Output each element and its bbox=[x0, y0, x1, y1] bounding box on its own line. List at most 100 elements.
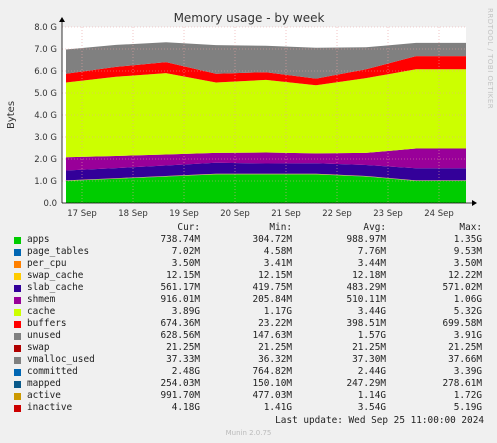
legend-max-value: 3.50M bbox=[453, 258, 482, 269]
legend-swatch bbox=[14, 309, 21, 316]
legend-swatch bbox=[14, 285, 21, 292]
legend-max-value: 1.35G bbox=[453, 234, 482, 245]
legend-series-name: swap_cache bbox=[27, 270, 84, 281]
x-tick-label: 19 Sep bbox=[169, 209, 199, 219]
last-update: Last update: Wed Sep 25 11:00:00 2024 bbox=[275, 415, 484, 426]
y-tick-label: 7.0 G bbox=[34, 45, 57, 55]
legend-header-min: Min: bbox=[269, 222, 292, 233]
legend-min-value: 3.41M bbox=[263, 258, 292, 269]
legend-row-mapped: mapped 254.03M 150.10M 247.29M 278.61M bbox=[12, 378, 482, 390]
legend-header-cur: Cur: bbox=[177, 222, 200, 233]
legend-avg-value: 483.29M bbox=[346, 282, 386, 293]
legend-avg-value: 21.25M bbox=[352, 342, 386, 353]
legend-cur-value: 21.25M bbox=[166, 342, 200, 353]
legend-min-value: 1.17G bbox=[263, 306, 292, 317]
legend-swatch bbox=[14, 381, 21, 388]
legend-avg-value: 3.44G bbox=[357, 306, 386, 317]
legend-cur-value: 2.48G bbox=[171, 366, 200, 377]
legend-row-slab-cache: slab_cache 561.17M 419.75M 483.29M 571.02M bbox=[12, 282, 482, 294]
legend-cur-value: 628.56M bbox=[160, 330, 200, 341]
legend-min-value: 150.10M bbox=[252, 378, 292, 389]
legend-max-value: 9.53M bbox=[453, 246, 482, 257]
legend-avg-value: 2.44G bbox=[357, 366, 386, 377]
legend-cur-value: 561.17M bbox=[160, 282, 200, 293]
legend-row-swap: swap 21.25M 21.25M 21.25M 21.25M bbox=[12, 342, 482, 354]
legend-min-value: 12.15M bbox=[258, 270, 292, 281]
legend-row-apps: apps 738.74M 304.72M 988.97M 1.35G bbox=[12, 234, 482, 246]
y-tick-label: 8.0 G bbox=[34, 23, 57, 33]
legend-swatch bbox=[14, 249, 21, 256]
area-cache bbox=[66, 69, 466, 158]
legend-cur-value: 254.03M bbox=[160, 378, 200, 389]
legend-row-swap-cache: swap_cache 12.15M 12.15M 12.18M 12.22M bbox=[12, 270, 482, 282]
legend-max-value: 699.58M bbox=[442, 318, 482, 329]
x-tick-label: 22 Sep bbox=[322, 209, 352, 219]
legend-cur-value: 991.70M bbox=[160, 390, 200, 401]
legend-series-name: vmalloc_used bbox=[27, 354, 95, 365]
legend-min-value: 477.03M bbox=[252, 390, 292, 401]
y-axis-label: Bytes bbox=[6, 101, 17, 129]
legend-avg-value: 7.76M bbox=[357, 246, 386, 257]
legend-min-value: 147.63M bbox=[252, 330, 292, 341]
legend-avg-value: 247.29M bbox=[346, 378, 386, 389]
legend-series-name: cache bbox=[27, 306, 56, 317]
legend-swatch bbox=[14, 273, 21, 280]
plot-area: 0.0 1.0 G 2.0 G 3.0 G 4.0 G 5.0 G 6.0 G 7.0 G 8.… bbox=[34, 17, 477, 219]
legend-min-value: 205.84M bbox=[252, 294, 292, 305]
legend-table: Cur: Min: Avg: Max: apps 738.74M 304.72M 988.97… bbox=[12, 222, 482, 414]
legend-cur-value: 7.02M bbox=[171, 246, 200, 257]
legend-series-name: committed bbox=[27, 366, 78, 377]
x-tick-label: 18 Sep bbox=[118, 209, 148, 219]
legend-avg-value: 3.44M bbox=[357, 258, 386, 269]
legend-row-per-cpu: per_cpu 3.50M 3.41M 3.44M 3.50M bbox=[12, 258, 482, 270]
legend-max-value: 21.25M bbox=[448, 342, 482, 353]
x-tick-label: 21 Sep bbox=[271, 209, 301, 219]
legend-max-value: 278.61M bbox=[442, 378, 482, 389]
legend-swatch bbox=[14, 393, 21, 400]
legend-header-max: Max: bbox=[459, 222, 482, 233]
legend-swatch bbox=[14, 405, 21, 412]
legend-avg-value: 37.30M bbox=[352, 354, 386, 365]
legend-row-page-tables: page_tables 7.02M 4.58M 7.76M 9.53M bbox=[12, 246, 482, 258]
y-tick-label: 1.0 G bbox=[34, 177, 57, 187]
x-tick-label: 20 Sep bbox=[220, 209, 250, 219]
y-tick-label: 3.0 G bbox=[34, 133, 57, 143]
legend-min-value: 21.25M bbox=[258, 342, 292, 353]
legend-row-unused: unused 628.56M 147.63M 1.57G 3.91G bbox=[12, 330, 482, 342]
legend-max-value: 12.22M bbox=[448, 270, 482, 281]
legend-series-name: unused bbox=[27, 330, 61, 341]
memory-usage-graph: Memory usage - by week Bytes 0.0 1.0 G 2.0… bbox=[0, 0, 497, 443]
legend-cur-value: 738.74M bbox=[160, 234, 200, 245]
legend-series-name: buffers bbox=[27, 318, 67, 329]
legend-max-value: 37.66M bbox=[448, 354, 482, 365]
legend-max-value: 571.02M bbox=[442, 282, 482, 293]
y-tick-label: 6.0 G bbox=[34, 67, 57, 77]
legend-min-value: 764.82M bbox=[252, 366, 292, 377]
legend-min-value: 419.75M bbox=[252, 282, 292, 293]
legend-avg-value: 988.97M bbox=[346, 234, 386, 245]
legend-max-value: 1.06G bbox=[453, 294, 482, 305]
legend-cur-value: 3.50M bbox=[171, 258, 200, 269]
legend-cur-value: 916.01M bbox=[160, 294, 200, 305]
y-tick-label: 5.0 G bbox=[34, 89, 57, 99]
legend-row-cache: cache 3.89G 1.17G 3.44G 5.32G bbox=[12, 306, 482, 318]
x-axis-arrow-icon bbox=[472, 200, 477, 206]
chart-area: Memory usage - by week Bytes 0.0 1.0 G 2.0… bbox=[6, 11, 477, 219]
legend-series-name: inactive bbox=[27, 402, 73, 413]
legend-avg-value: 510.11M bbox=[346, 294, 386, 305]
legend-series-name: per_cpu bbox=[27, 258, 67, 269]
y-tick-label: 2.0 G bbox=[34, 155, 57, 165]
legend-min-value: 304.72M bbox=[252, 234, 292, 245]
legend-row-buffers: buffers 674.36M 23.22M 398.51M 699.58M bbox=[12, 318, 482, 330]
legend-cur-value: 674.36M bbox=[160, 318, 200, 329]
legend-avg-value: 398.51M bbox=[346, 318, 386, 329]
y-tick-label: 0.0 bbox=[43, 199, 57, 209]
x-tick-label: 23 Sep bbox=[373, 209, 403, 219]
legend-series-name: shmem bbox=[27, 294, 56, 305]
legend-cur-value: 12.15M bbox=[166, 270, 200, 281]
legend-series-name: swap bbox=[27, 342, 50, 353]
legend-max-value: 5.19G bbox=[453, 402, 482, 413]
legend-avg-value: 3.54G bbox=[357, 402, 386, 413]
x-tick-label: 17 Sep bbox=[67, 209, 97, 219]
x-tick-label: 24 Sep bbox=[424, 209, 454, 219]
